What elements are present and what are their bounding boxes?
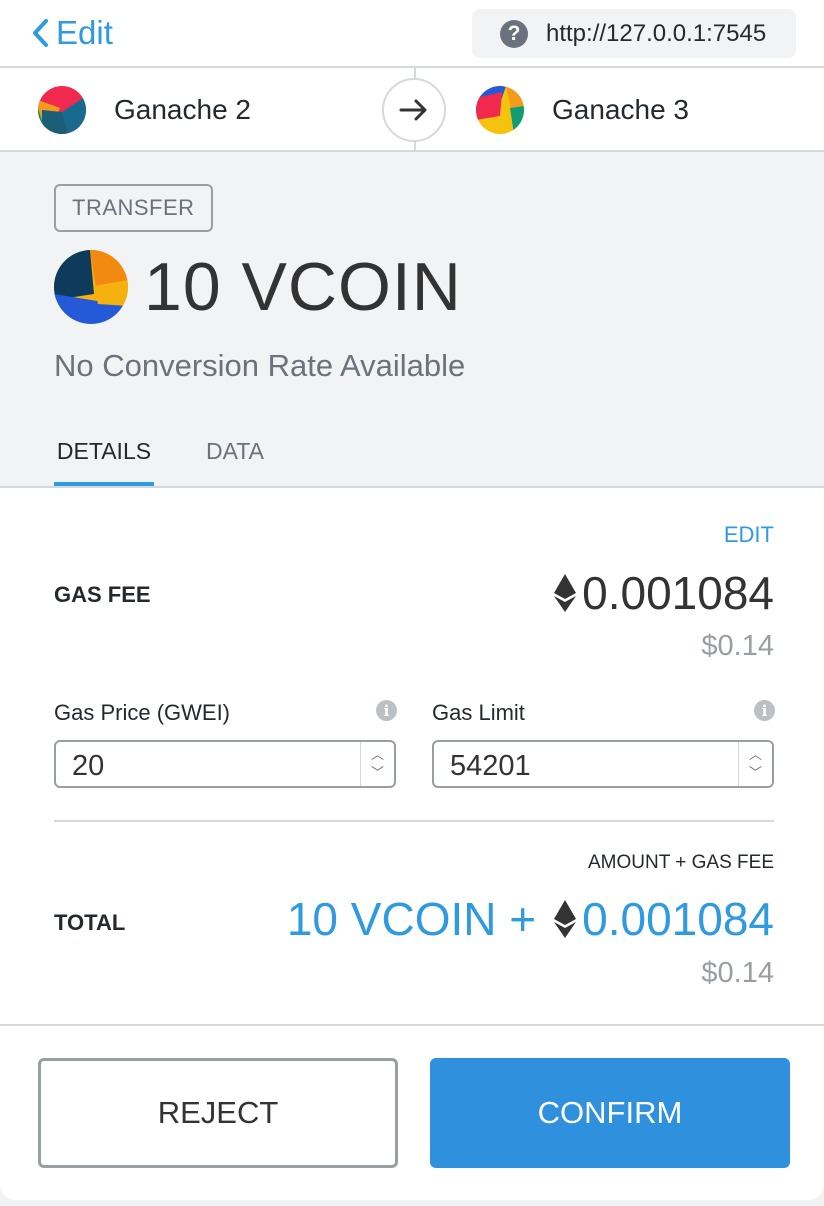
chevron-left-icon [33,19,48,47]
arrow-right-icon [382,78,446,142]
gas-fee-label: GAS FEE [54,582,151,607]
gas-price-field[interactable]: 20 ︿ ﹀ [54,740,396,788]
transaction-summary: TRANSFER 10 VCOIN No Conversion Rate Ava… [0,152,824,488]
token-icon [54,250,128,324]
gas-limit-value: 54201 [450,750,531,782]
action-badge: TRANSFER [54,184,213,232]
question-icon: ? [500,19,528,48]
total-fiat: $0.14 [701,957,774,989]
chevron-down-icon[interactable]: ﹀ [371,764,384,782]
recipient-account[interactable]: Ganache 3 [476,86,689,134]
total-label: TOTAL [54,910,126,935]
chevron-up-icon[interactable]: ︿ [749,746,762,764]
origin-badge: ? http://127.0.0.1:7545 [472,9,796,58]
tab-data[interactable]: DATA [206,438,264,465]
origin-url: http://127.0.0.1:7545 [546,19,767,47]
gas-price-value: 20 [72,750,105,782]
reject-button[interactable]: REJECT [38,1058,398,1168]
confirm-button[interactable]: CONFIRM [430,1058,790,1168]
transfer-amount: 10 VCOIN [144,249,462,325]
total-eth: 0.001084 [582,893,774,945]
sender-account[interactable]: Ganache 2 [38,86,251,134]
sender-avatar [38,86,86,134]
conversion-rate-note: No Conversion Rate Available [54,348,466,383]
gas-limit-label: Gas Limit [432,700,525,725]
sender-name: Ganache 2 [114,94,251,125]
amount-row: 10 VCOIN [54,248,462,326]
page-header: Edit ? http://127.0.0.1:7545 [0,0,824,68]
gas-fee-eth: 0.001084 [582,567,774,619]
gas-fee-value: 0.001084 [554,566,774,620]
edit-gas-link[interactable]: EDIT [724,522,774,548]
gas-fee-fiat: $0.14 [701,630,774,662]
gas-price-stepper[interactable]: ︿ ﹀ [360,742,394,786]
back-label: Edit [56,14,113,51]
gas-price-label: Gas Price (GWEI) [54,700,231,725]
recipient-avatar [476,86,524,134]
chevron-down-icon[interactable]: ﹀ [749,764,762,782]
ethereum-icon [554,900,577,938]
back-edit-button[interactable]: Edit [30,14,113,52]
gas-limit-stepper[interactable]: ︿ ﹀ [738,742,772,786]
gas-price-info-icon[interactable]: i [376,700,397,721]
tab-details[interactable]: DETAILS [54,438,154,486]
gas-limit-field[interactable]: 54201 ︿ ﹀ [432,740,774,788]
chevron-up-icon[interactable]: ︿ [371,746,384,764]
ethereum-icon [554,574,577,612]
total-token: 10 VCOIN + [286,893,537,945]
confirm-transaction-page: Edit ? http://127.0.0.1:7545 Ganache 2 G… [0,0,824,1200]
gas-limit-info-icon[interactable]: i [754,700,775,721]
total-value: 10 VCOIN + 0.001084 [287,892,774,946]
section-divider [54,820,774,822]
footer-divider [0,1024,824,1026]
sender-recipient-row: Ganache 2 Ganache 3 [0,68,824,152]
amount-gas-heading: AMOUNT + GAS FEE [588,852,774,873]
recipient-name: Ganache 3 [552,94,689,125]
